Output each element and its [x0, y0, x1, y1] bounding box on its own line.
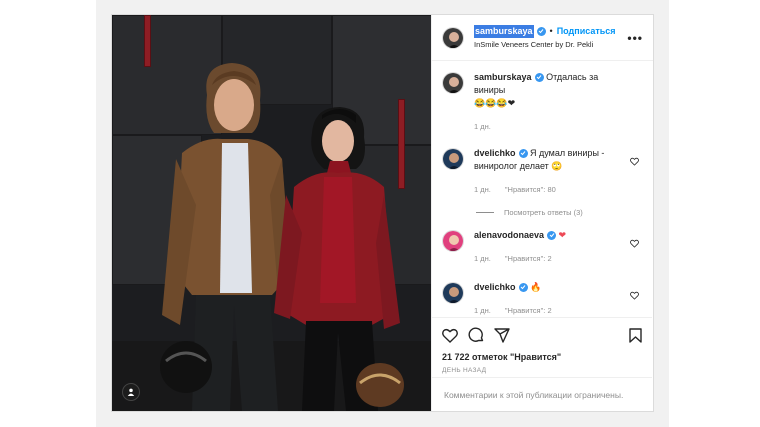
- comment-text: 🔥: [530, 282, 542, 292]
- comment-like-count[interactable]: "Нравится": 2: [505, 304, 552, 317]
- comment-item: dvelichko Я думал виниры - виниролог дел…: [442, 147, 643, 196]
- view-replies-label: Посмотреть ответы (3): [504, 208, 583, 217]
- comment-time[interactable]: 1 дн.: [474, 183, 491, 196]
- verified-badge-icon: [534, 72, 544, 82]
- post-side-panel: samburskaya • Подписаться InSmile Veneer…: [431, 15, 653, 411]
- woman-figure: [274, 107, 404, 411]
- view-replies-button[interactable]: Посмотреть ответы (3): [476, 208, 643, 217]
- comments-list: samburskaya Отдалась за виниры 😂😂😂❤ 1 дн…: [432, 61, 653, 317]
- avatar[interactable]: [442, 230, 464, 252]
- comment-username[interactable]: dvelichko: [474, 148, 516, 158]
- comment-bubble-icon[interactable]: [468, 327, 484, 343]
- verified-badge-icon: [547, 230, 557, 240]
- comment-item: alenavodonaeva ❤ 1 дн. "Нравится": 2: [442, 229, 643, 265]
- like-comment-heart-icon[interactable]: [630, 157, 639, 166]
- like-heart-icon[interactable]: [442, 328, 458, 343]
- avatar[interactable]: [442, 148, 464, 170]
- author-username[interactable]: samburskaya: [474, 24, 534, 38]
- replies-divider: [476, 212, 494, 213]
- caption: samburskaya Отдалась за виниры 😂😂😂❤ 1 дн…: [442, 71, 643, 133]
- share-send-icon[interactable]: [494, 327, 510, 343]
- instagram-post: samburskaya • Подписаться InSmile Veneer…: [111, 14, 654, 412]
- comment-item: dvelichko 🔥 1 дн. "Нравится": 2: [442, 281, 643, 317]
- caption-emojis: 😂😂😂❤: [474, 98, 516, 108]
- location-link[interactable]: InSmile Veneers Center by Dr. Pekli: [474, 38, 627, 51]
- follow-button[interactable]: Подписаться: [557, 25, 616, 38]
- avatar[interactable]: [442, 72, 464, 94]
- verified-badge-icon: [518, 148, 528, 158]
- comment-username[interactable]: alenavodonaeva: [474, 230, 544, 240]
- post-photo[interactable]: [112, 15, 431, 411]
- avatar[interactable]: [442, 282, 464, 304]
- red-wall-light: [144, 15, 151, 67]
- post-timestamp[interactable]: ДЕНЬ НАЗАД: [442, 367, 642, 374]
- post-actions: 21 722 отметок "Нравится" ДЕНЬ НАЗАД: [432, 317, 652, 374]
- caption-username[interactable]: samburskaya: [474, 72, 532, 82]
- separator-dot: •: [549, 25, 553, 36]
- likes-count[interactable]: 21 722 отметок "Нравится": [442, 352, 642, 362]
- comment-username[interactable]: dvelichko: [474, 282, 516, 292]
- save-bookmark-icon[interactable]: [629, 327, 642, 343]
- verified-badge-icon: [518, 282, 528, 292]
- comment-like-count[interactable]: "Нравится": 80: [505, 183, 556, 196]
- like-comment-heart-icon[interactable]: [630, 291, 639, 300]
- comment-time[interactable]: 1 дн.: [474, 252, 491, 265]
- more-options-icon[interactable]: •••: [627, 31, 643, 45]
- comment-like-count[interactable]: "Нравится": 2: [505, 252, 552, 265]
- like-comment-heart-icon[interactable]: [630, 239, 639, 248]
- avatar[interactable]: [442, 26, 464, 49]
- comments-disabled-notice: Комментарии к этой публикации ограничены…: [432, 377, 652, 411]
- post-header: samburskaya • Подписаться InSmile Veneer…: [432, 15, 653, 61]
- tagged-users-icon[interactable]: [122, 383, 140, 401]
- comment-time[interactable]: 1 дн.: [474, 120, 491, 133]
- comment-time[interactable]: 1 дн.: [474, 304, 491, 317]
- verified-badge-icon: [536, 26, 546, 36]
- comment-text: ❤: [558, 230, 567, 240]
